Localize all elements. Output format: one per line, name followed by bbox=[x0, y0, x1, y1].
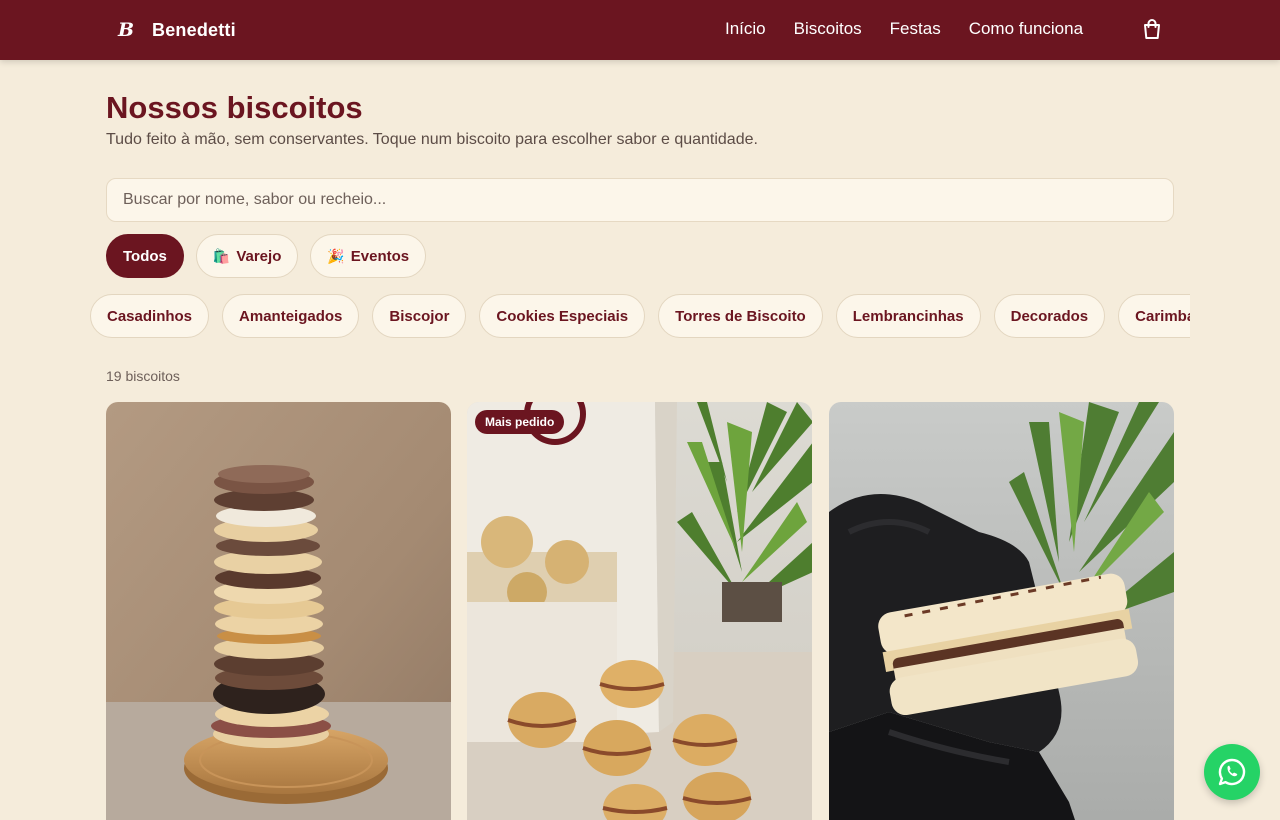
nav-link-como-funciona[interactable]: Como funciona bbox=[969, 19, 1083, 39]
product-card[interactable] bbox=[829, 402, 1174, 820]
brand-logo[interactable]: B Benedetti bbox=[112, 16, 236, 44]
filled-cookie-gloved-hand-photo bbox=[829, 402, 1174, 820]
product-card[interactable]: Mais pedido bbox=[467, 402, 812, 820]
stacked-sandwich-cookies-photo bbox=[106, 402, 451, 820]
category-chip-amanteigados[interactable]: Amanteigados bbox=[222, 294, 360, 338]
search-input[interactable] bbox=[106, 178, 1174, 222]
whatsapp-chat-button[interactable] bbox=[1204, 744, 1260, 800]
category-chip-scroller[interactable]: Casadinhos Amanteigados Biscojor Cookies… bbox=[90, 294, 1190, 340]
whatsapp-icon bbox=[1218, 758, 1246, 786]
nav-link-inicio[interactable]: Início bbox=[725, 19, 766, 39]
best-seller-badge: Mais pedido bbox=[475, 410, 565, 434]
product-card[interactable] bbox=[106, 402, 451, 820]
category-chip-torres-de-biscoito[interactable]: Torres de Biscoito bbox=[658, 294, 823, 338]
party-popper-icon: 🎉 bbox=[327, 247, 345, 264]
shopping-bag-icon[interactable] bbox=[1142, 18, 1162, 40]
main-nav: Início Biscoitos Festas Como funciona bbox=[725, 19, 1111, 39]
casadinho-cookies-bag-photo bbox=[467, 402, 812, 820]
category-chip-lembrancinhas[interactable]: Lembrancinhas bbox=[835, 294, 981, 338]
segment-eventos[interactable]: 🎉 Eventos bbox=[310, 234, 427, 278]
brand-name: Benedetti bbox=[152, 19, 236, 40]
shopping-bags-icon: 🛍️ bbox=[212, 247, 231, 264]
top-navbar: B Benedetti Início Biscoitos Festas Como… bbox=[0, 0, 1280, 60]
category-chip-biscojor[interactable]: Biscojor bbox=[372, 294, 467, 338]
segment-label: Varejo bbox=[236, 247, 282, 265]
segment-label: Eventos bbox=[350, 247, 410, 265]
category-chip-casadinhos[interactable]: Casadinhos bbox=[90, 294, 210, 338]
result-count: 19 biscoitos bbox=[106, 368, 180, 384]
category-chip-carimbados[interactable]: Carimbados bbox=[1118, 294, 1190, 338]
segment-varejo[interactable]: 🛍️ Varejo bbox=[195, 234, 299, 278]
nav-link-festas[interactable]: Festas bbox=[890, 19, 941, 39]
nav-link-biscoitos[interactable]: Biscoitos bbox=[794, 19, 862, 39]
segment-label: Todos bbox=[123, 247, 167, 265]
segment-todos[interactable]: Todos bbox=[106, 234, 184, 278]
logo-monogram-icon: B bbox=[117, 19, 135, 41]
page-subtitle: Tudo feito à mão, sem conservantes. Toqu… bbox=[106, 131, 758, 148]
segment-filter: Todos 🛍️ Varejo 🎉 Eventos bbox=[106, 234, 427, 278]
category-chip-cookies-especiais[interactable]: Cookies Especiais bbox=[479, 294, 646, 338]
page-title: Nossos biscoitos bbox=[106, 90, 363, 125]
category-chip-decorados[interactable]: Decorados bbox=[993, 294, 1106, 338]
